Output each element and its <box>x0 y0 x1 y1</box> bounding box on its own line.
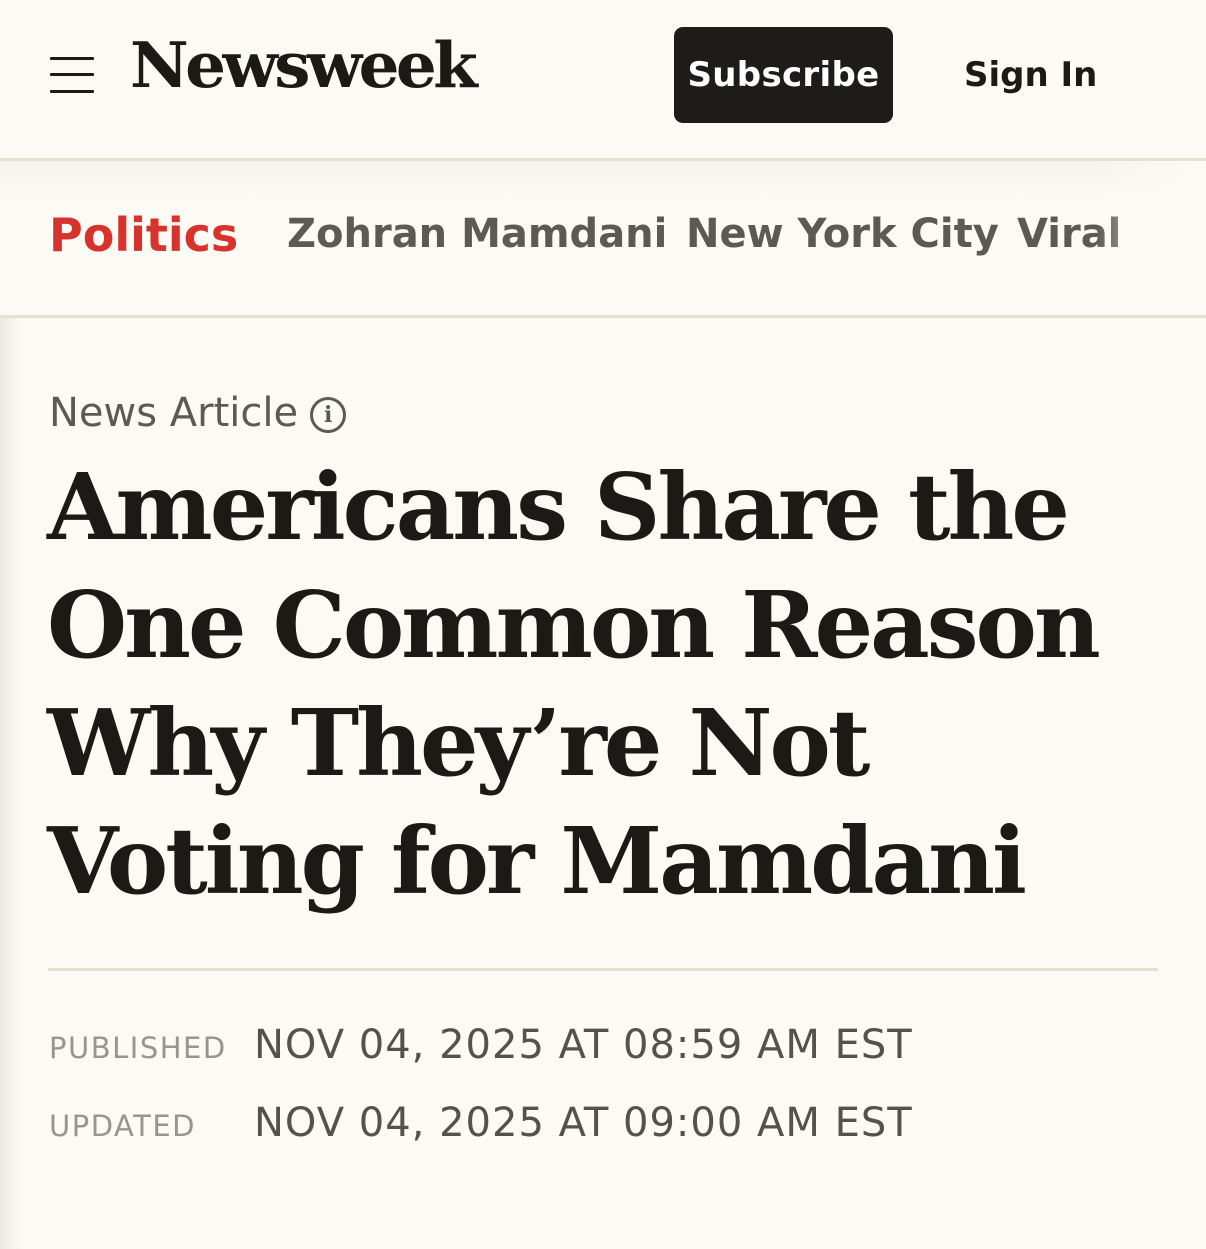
updated-label: UPDATED <box>49 1109 196 1143</box>
published-row: PUBLISHED NOV 04, 2025 AT 08:59 AM EST <box>49 1022 913 1068</box>
site-header: Newsweek Subscribe Sign In <box>0 0 1206 161</box>
updated-row: UPDATED NOV 04, 2025 AT 09:00 AM EST <box>49 1100 913 1146</box>
page-edge-shadow <box>0 160 22 1249</box>
article-type-label: News Article <box>49 390 299 436</box>
article-type: News Article i <box>49 390 347 436</box>
topic-nav: Politics Zohran Mamdani New York City Vi… <box>0 161 1206 318</box>
sign-in-link[interactable]: Sign In <box>964 55 1097 95</box>
site-logo[interactable]: Newsweek <box>130 34 478 97</box>
topic-politics[interactable]: Politics <box>49 208 238 262</box>
topic-zohran-mamdani[interactable]: Zohran Mamdani <box>287 211 667 257</box>
updated-date: NOV 04, 2025 AT 09:00 AM EST <box>254 1100 913 1146</box>
topic-new-york-city[interactable]: New York City <box>686 211 999 257</box>
info-circle-icon[interactable]: i <box>310 397 347 433</box>
subscribe-button[interactable]: Subscribe <box>674 27 893 123</box>
hamburger-menu-icon[interactable] <box>50 57 94 93</box>
published-date: NOV 04, 2025 AT 08:59 AM EST <box>254 1022 913 1068</box>
topic-viral[interactable]: Viral <box>1017 211 1121 257</box>
headline-divider <box>48 968 1158 971</box>
article-headline: Americans Share the One Common Reason Wh… <box>47 453 1101 915</box>
published-label: PUBLISHED <box>49 1031 227 1065</box>
